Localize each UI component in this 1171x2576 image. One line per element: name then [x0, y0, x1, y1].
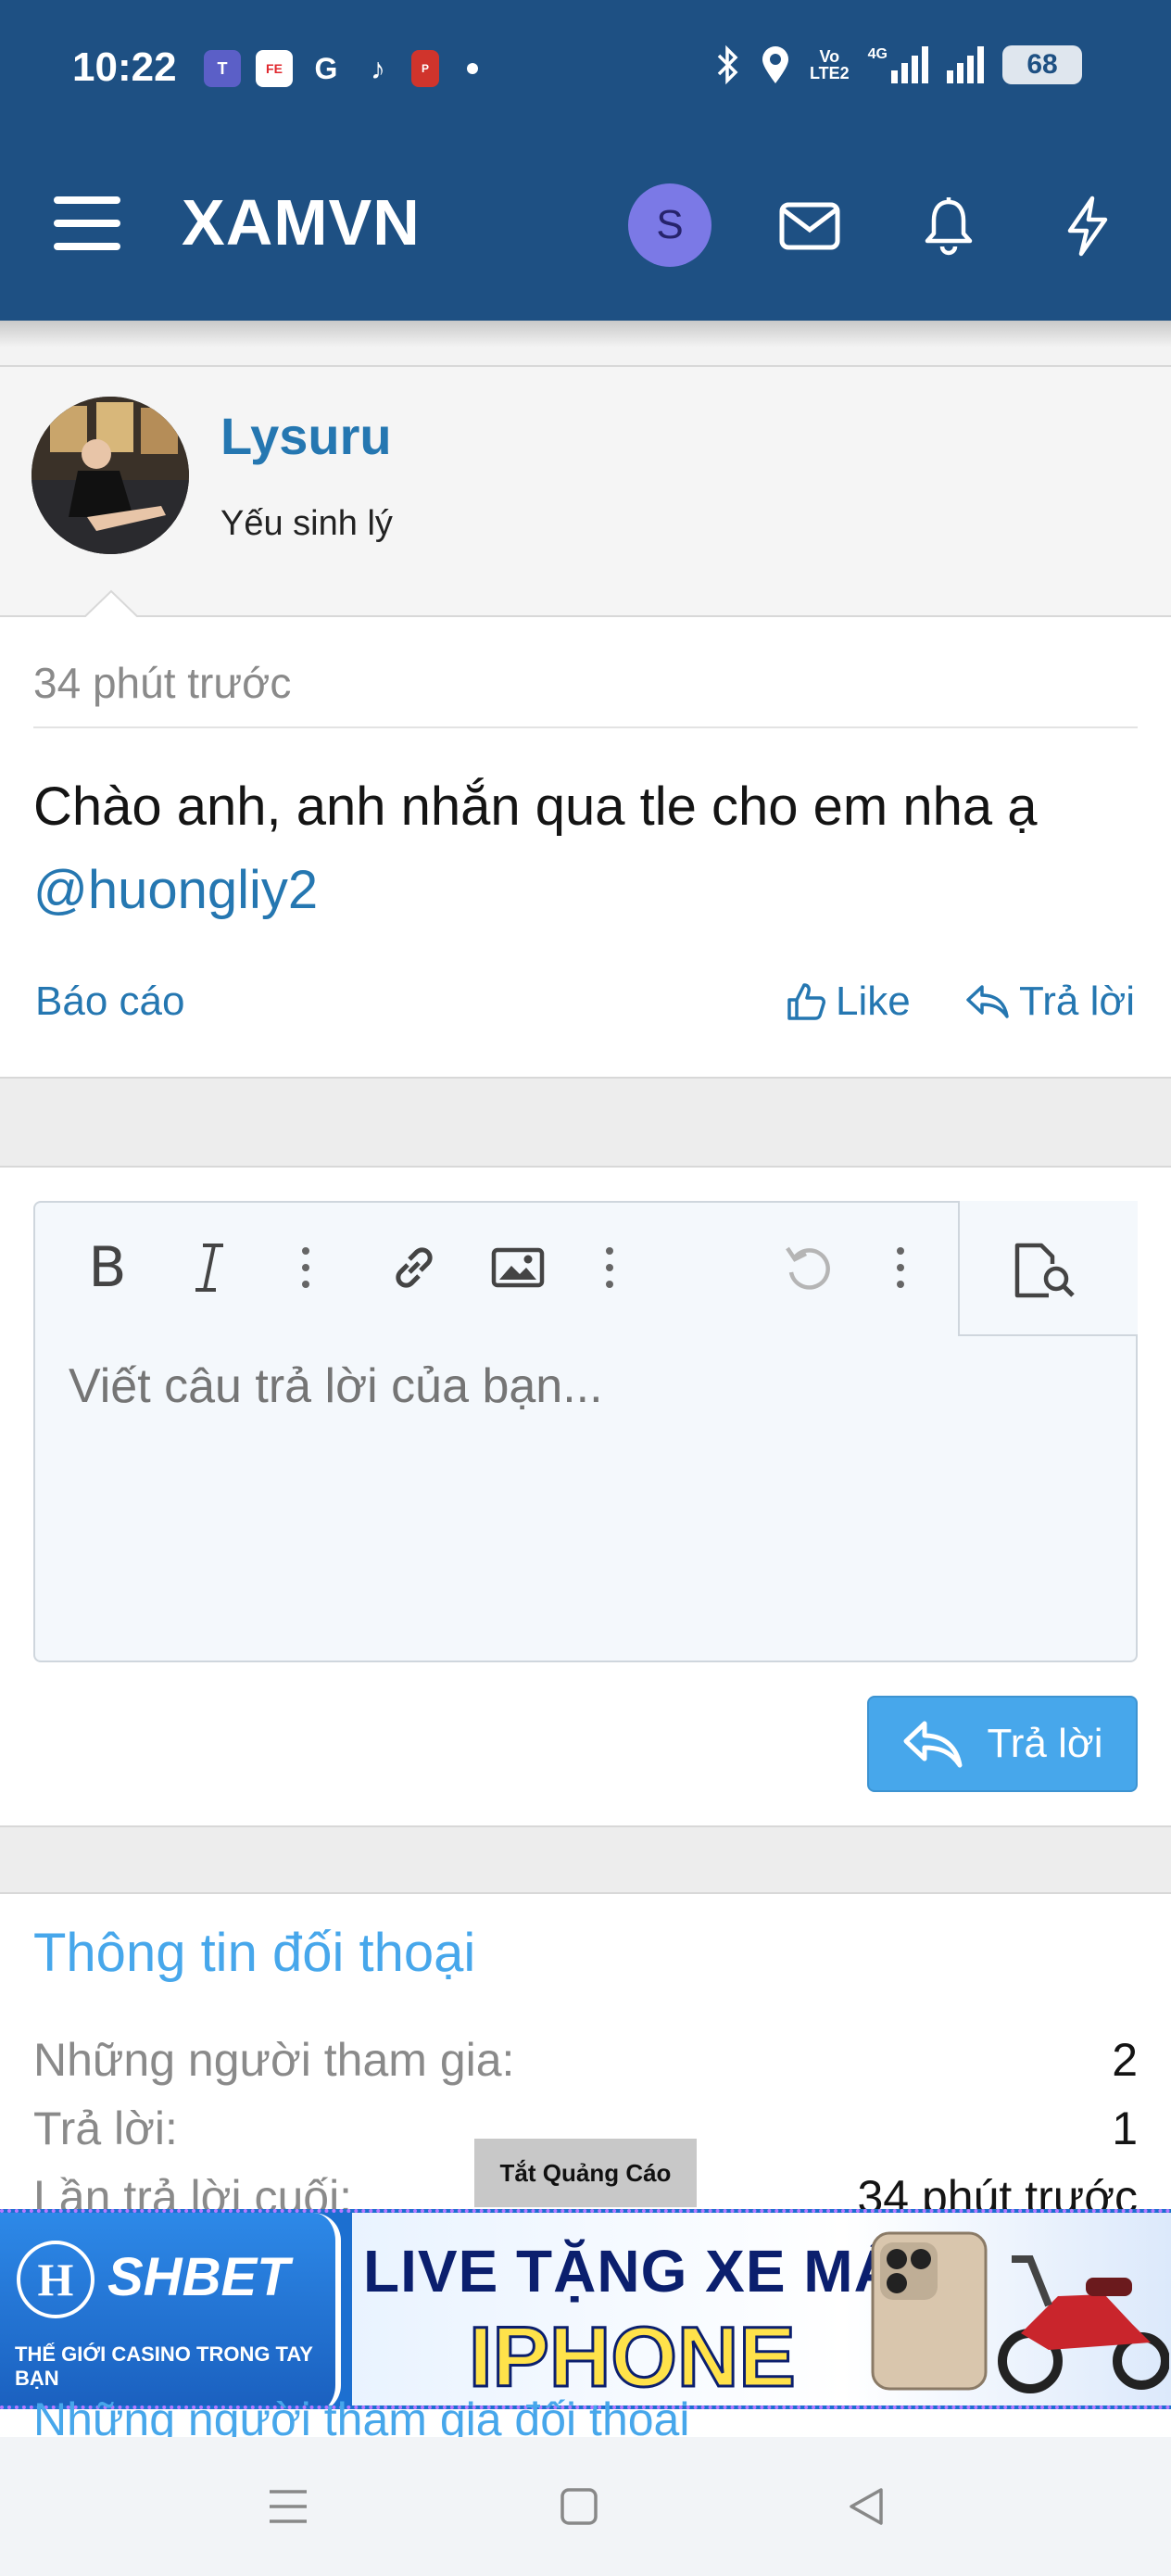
italic-icon	[195, 1244, 223, 1292]
message-text: Chào anh, anh nhắn qua tle cho em nha ạ …	[33, 765, 1145, 932]
volte-icon: Vo LTE2	[809, 47, 850, 82]
more-insert-options-button[interactable]	[591, 1238, 628, 1297]
signal-2-icon	[947, 46, 984, 83]
divider	[33, 726, 1138, 728]
user-avatar[interactable]	[31, 397, 189, 554]
location-icon	[762, 46, 788, 83]
phone-image	[871, 2231, 988, 2391]
envelope-icon	[779, 202, 840, 250]
more-text-options-button[interactable]	[287, 1238, 324, 1297]
message-body: 34 phút trước Chào anh, anh nhắn qua tle…	[0, 617, 1171, 1079]
bold-icon: B	[88, 1235, 127, 1300]
system-icons: Vo LTE2 4G 68	[715, 44, 1082, 85]
more-notifications-dot	[467, 63, 478, 74]
notification-icons: T FE G ♪ P	[204, 50, 478, 87]
preview-icon	[1014, 1243, 1075, 1298]
close-ad-button[interactable]: Tắt Quảng Cáo	[474, 2139, 697, 2207]
vertical-dots-icon	[897, 1247, 904, 1288]
site-logo[interactable]: XAMVN	[182, 185, 421, 259]
reply-label: Trả lời	[1019, 979, 1135, 1024]
thumbs-up-icon	[787, 983, 825, 1020]
reply-form: B Viết câu trả lời của bạn... Trả lời	[0, 1166, 1171, 1827]
user-mention[interactable]: @huongliy2	[33, 860, 318, 920]
info-label: Trả lời:	[33, 2102, 178, 2154]
teams-icon: T	[204, 50, 241, 87]
back-icon	[850, 2488, 883, 2525]
recents-icon	[270, 2490, 307, 2523]
like-label: Like	[836, 979, 911, 1024]
bold-button[interactable]: B	[82, 1235, 133, 1300]
link-icon	[396, 1247, 433, 1288]
lightning-icon	[1067, 196, 1108, 257]
fe-online-icon: FE	[256, 50, 293, 87]
inbox-button[interactable]	[773, 189, 847, 263]
app-header: XAMVN S	[0, 139, 1171, 321]
undo-icon	[786, 1246, 830, 1290]
info-label: Những người tham gia:	[33, 2034, 515, 2086]
participants-section: Những người tham gia đối thoại	[0, 2393, 1171, 2445]
report-link[interactable]: Báo cáo	[35, 979, 184, 1025]
vertical-dots-icon	[302, 1247, 309, 1288]
ad-headline: LIVE TẶNG XE MÁY	[363, 2238, 938, 2305]
network-type-label: 4G	[867, 46, 888, 62]
bluetooth-icon	[717, 44, 738, 85]
system-nav-bar	[0, 2437, 1171, 2576]
status-time: 10:22	[72, 44, 177, 90]
italic-button[interactable]	[183, 1238, 235, 1297]
reply-icon	[966, 985, 1009, 1018]
avatar-photo	[31, 397, 189, 554]
brand-logo-icon: H	[17, 2241, 94, 2318]
info-title: Thông tin đối thoại	[33, 1923, 476, 1983]
hamburger-icon	[54, 196, 120, 204]
info-value: 2	[1112, 2034, 1138, 2086]
home-icon	[560, 2488, 598, 2525]
account-avatar[interactable]: S	[628, 183, 711, 267]
insert-image-button[interactable]	[485, 1238, 550, 1297]
message-time[interactable]: 34 phút trước	[33, 658, 291, 708]
reply-link[interactable]: Trả lời	[965, 979, 1135, 1025]
info-value: 1	[1112, 2102, 1138, 2154]
editor-toolbar: B	[35, 1203, 962, 1334]
message-content: Chào anh, anh nhắn qua tle cho em nha ạ	[33, 777, 1038, 837]
google-icon: G	[314, 51, 338, 85]
back-button[interactable]	[834, 2474, 899, 2539]
bell-icon	[925, 197, 973, 256]
hamburger-line	[54, 220, 120, 227]
ad-banner[interactable]: H SHBET THẾ GIỚI CASINO TRONG TAY BẠN LI…	[0, 2209, 1171, 2409]
image-icon	[491, 1247, 545, 1288]
home-button[interactable]	[547, 2474, 611, 2539]
preview-button[interactable]	[958, 1201, 1138, 1336]
insert-link-button[interactable]	[382, 1238, 447, 1297]
ad-brand: SHBET	[107, 2247, 290, 2307]
username-link[interactable]: Lysuru	[220, 406, 392, 466]
recent-apps-button[interactable]	[256, 2474, 321, 2539]
alerts-button[interactable]	[912, 189, 986, 263]
more-options-button[interactable]	[882, 1238, 919, 1297]
whats-new-button[interactable]	[1051, 189, 1125, 263]
hamburger-line	[54, 243, 120, 250]
info-row: Những người tham gia: 2	[33, 2033, 1138, 2087]
message-author: Lysuru Yếu sinh lý	[0, 365, 1171, 617]
menu-button[interactable]	[54, 196, 124, 256]
reply-icon	[903, 1721, 962, 1768]
ad-brand-panel: H SHBET THẾ GIỚI CASINO TRONG TAY BẠN	[0, 2213, 341, 2406]
message-pointer	[83, 589, 139, 619]
message-input[interactable]	[69, 1358, 1088, 1414]
ad-tagline: THẾ GIỚI CASINO TRONG TAY BẠN	[15, 2342, 313, 2390]
like-button[interactable]: Like	[786, 979, 911, 1025]
battery-indicator: 68	[1002, 45, 1082, 84]
status-bar: 10:22 T FE G ♪ P Vo LTE2 4G 68	[0, 0, 1171, 139]
header-shadow	[0, 321, 1171, 365]
submit-label: Trả lời	[987, 1721, 1103, 1766]
signal-1-icon: 4G	[868, 46, 928, 83]
pay-icon: P	[411, 50, 439, 87]
undo-button[interactable]	[776, 1238, 841, 1297]
motorbike-image	[998, 2255, 1169, 2393]
vertical-dots-icon	[606, 1247, 613, 1288]
user-title: Yếu sinh lý	[220, 504, 393, 543]
rich-text-editor: B	[33, 1201, 1138, 1662]
report-label: Báo cáo	[35, 979, 185, 1024]
submit-reply-button[interactable]: Trả lời	[867, 1696, 1138, 1792]
tiktok-icon: ♪	[371, 51, 385, 85]
